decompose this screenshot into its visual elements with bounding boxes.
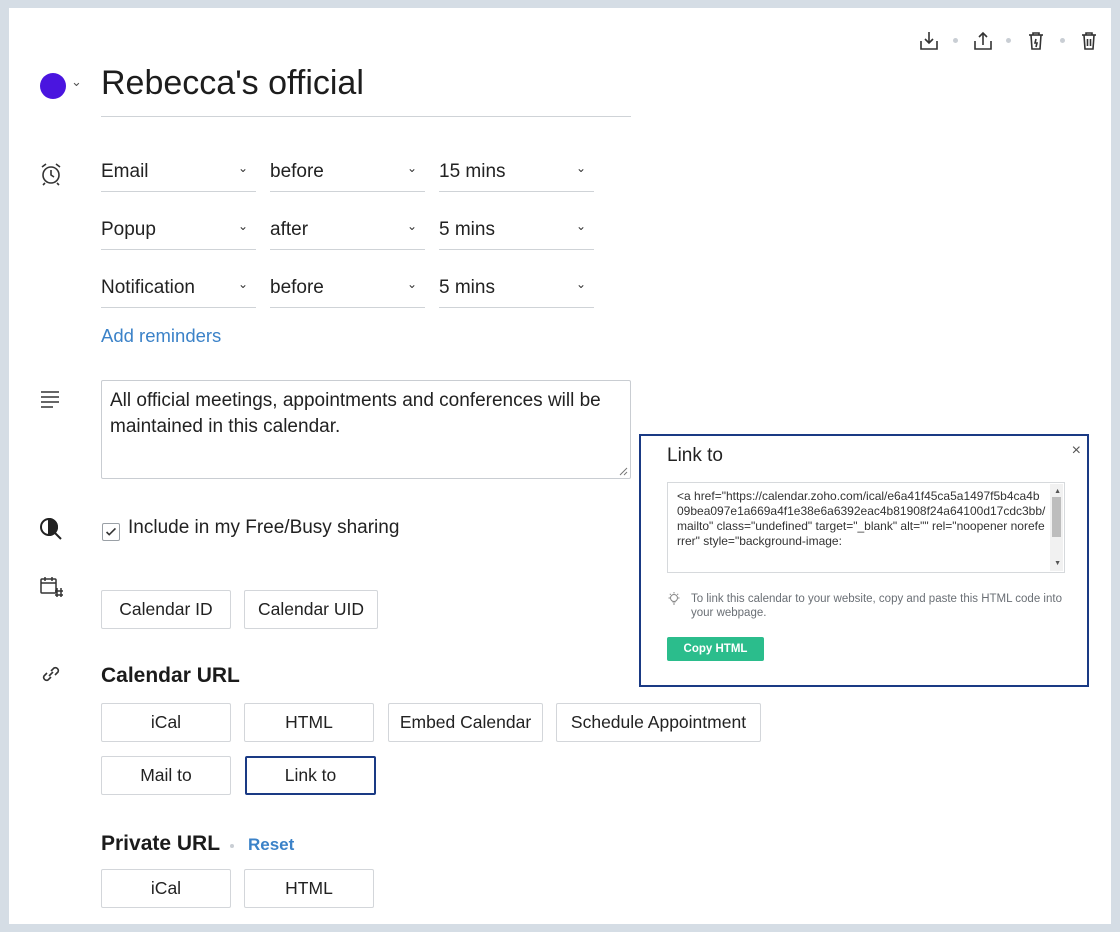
link-to-popup: Link to × <a href="https://calendar.zoho… — [639, 434, 1089, 687]
calendar-settings-panel: ⌄ Rebecca's official Email ⌄ before ⌄ 15… — [9, 8, 1111, 924]
calendar-hash-icon — [38, 574, 64, 600]
chevron-down-icon: ⌄ — [406, 219, 417, 233]
scrollbar-thumb[interactable] — [1052, 497, 1061, 537]
download-icon[interactable] — [917, 29, 941, 53]
chevron-down-icon: ⌄ — [237, 161, 248, 175]
reminder-when-select-2[interactable]: after ⌄ — [270, 212, 425, 250]
reminder-type-select-1[interactable]: Email ⌄ — [101, 154, 256, 192]
add-reminders-link[interactable]: Add reminders — [101, 325, 221, 347]
reminder-when-select-3[interactable]: before ⌄ — [270, 270, 425, 308]
reminder-time-value: 5 mins — [439, 219, 495, 240]
calendar-title[interactable]: Rebecca's official — [101, 64, 364, 103]
reminder-time-value: 5 mins — [439, 277, 495, 298]
reminder-type-select-3[interactable]: Notification ⌄ — [101, 270, 256, 308]
chevron-down-icon: ⌄ — [237, 219, 248, 233]
reminder-when-value: before — [270, 161, 324, 182]
popup-hint-text: To link this calendar to your website, c… — [691, 593, 1062, 619]
calendar-color-swatch[interactable] — [40, 73, 66, 99]
embed-calendar-button[interactable]: Embed Calendar — [388, 703, 543, 742]
ical-button[interactable]: iCal — [101, 703, 231, 742]
popup-title: Link to — [667, 445, 723, 466]
chevron-down-icon: ⌄ — [575, 161, 586, 175]
reminder-type-select-2[interactable]: Popup ⌄ — [101, 212, 256, 250]
chevron-down-icon: ⌄ — [406, 161, 417, 175]
reminder-time-select-2[interactable]: 5 mins ⌄ — [439, 212, 594, 250]
private-ical-button[interactable]: iCal — [101, 869, 231, 908]
reminder-time-select-3[interactable]: 5 mins ⌄ — [439, 270, 594, 308]
delete-icon[interactable] — [1077, 29, 1101, 53]
chevron-down-icon: ⌄ — [575, 219, 586, 233]
description-textarea[interactable]: All official meetings, appointments and … — [101, 380, 631, 479]
checkmark-icon — [105, 527, 117, 536]
calendar-id-button[interactable]: Calendar ID — [101, 590, 231, 629]
reminder-time-select-1[interactable]: 15 mins ⌄ — [439, 154, 594, 192]
share-icon[interactable] — [971, 29, 995, 53]
close-icon[interactable]: × — [1072, 442, 1081, 460]
clear-icon[interactable] — [1024, 29, 1048, 53]
reset-link[interactable]: Reset — [248, 835, 294, 855]
resize-grip-icon[interactable] — [618, 466, 628, 476]
reminder-type-value: Popup — [101, 219, 156, 240]
html-button[interactable]: HTML — [244, 703, 374, 742]
separator-dot — [230, 844, 234, 848]
chevron-down-icon: ⌄ — [237, 277, 248, 291]
reminder-when-select-1[interactable]: before ⌄ — [270, 154, 425, 192]
calendar-uid-button[interactable]: Calendar UID — [244, 590, 378, 629]
description-icon — [38, 386, 64, 412]
copy-html-button[interactable]: Copy HTML — [667, 637, 764, 661]
private-url-heading: Private URL — [101, 832, 221, 855]
toolbar-separator — [1060, 38, 1065, 43]
free-busy-checkbox[interactable] — [102, 523, 120, 541]
schedule-appointment-button[interactable]: Schedule Appointment — [556, 703, 761, 742]
html-code-text: <a href="https://calendar.zoho.com/ical/… — [677, 489, 1046, 548]
link-to-button[interactable]: Link to — [245, 756, 376, 795]
reminder-when-value: after — [270, 219, 309, 240]
mail-to-button[interactable]: Mail to — [101, 756, 231, 795]
title-underline — [101, 116, 631, 117]
free-busy-icon — [38, 516, 64, 542]
alarm-clock-icon — [38, 161, 64, 187]
chevron-down-icon: ⌄ — [406, 277, 417, 291]
reminder-when-value: before — [270, 277, 324, 298]
private-html-button[interactable]: HTML — [244, 869, 374, 908]
scroll-down-arrow-icon[interactable]: ▼ — [1054, 556, 1061, 571]
description-text: All official meetings, appointments and … — [110, 390, 601, 437]
reminder-type-value: Notification — [101, 277, 195, 298]
chevron-down-icon[interactable]: ⌄ — [71, 74, 82, 90]
link-icon — [38, 661, 64, 687]
lightbulb-icon — [668, 592, 680, 605]
reminder-type-value: Email — [101, 161, 149, 182]
free-busy-label[interactable]: Include in my Free/Busy sharing — [128, 517, 399, 539]
chevron-down-icon: ⌄ — [575, 277, 586, 291]
reminder-time-value: 15 mins — [439, 161, 506, 182]
html-code-textarea[interactable]: <a href="https://calendar.zoho.com/ical/… — [667, 482, 1065, 573]
calendar-url-heading: Calendar URL — [101, 664, 240, 687]
toolbar-separator — [953, 38, 958, 43]
toolbar-separator — [1006, 38, 1011, 43]
